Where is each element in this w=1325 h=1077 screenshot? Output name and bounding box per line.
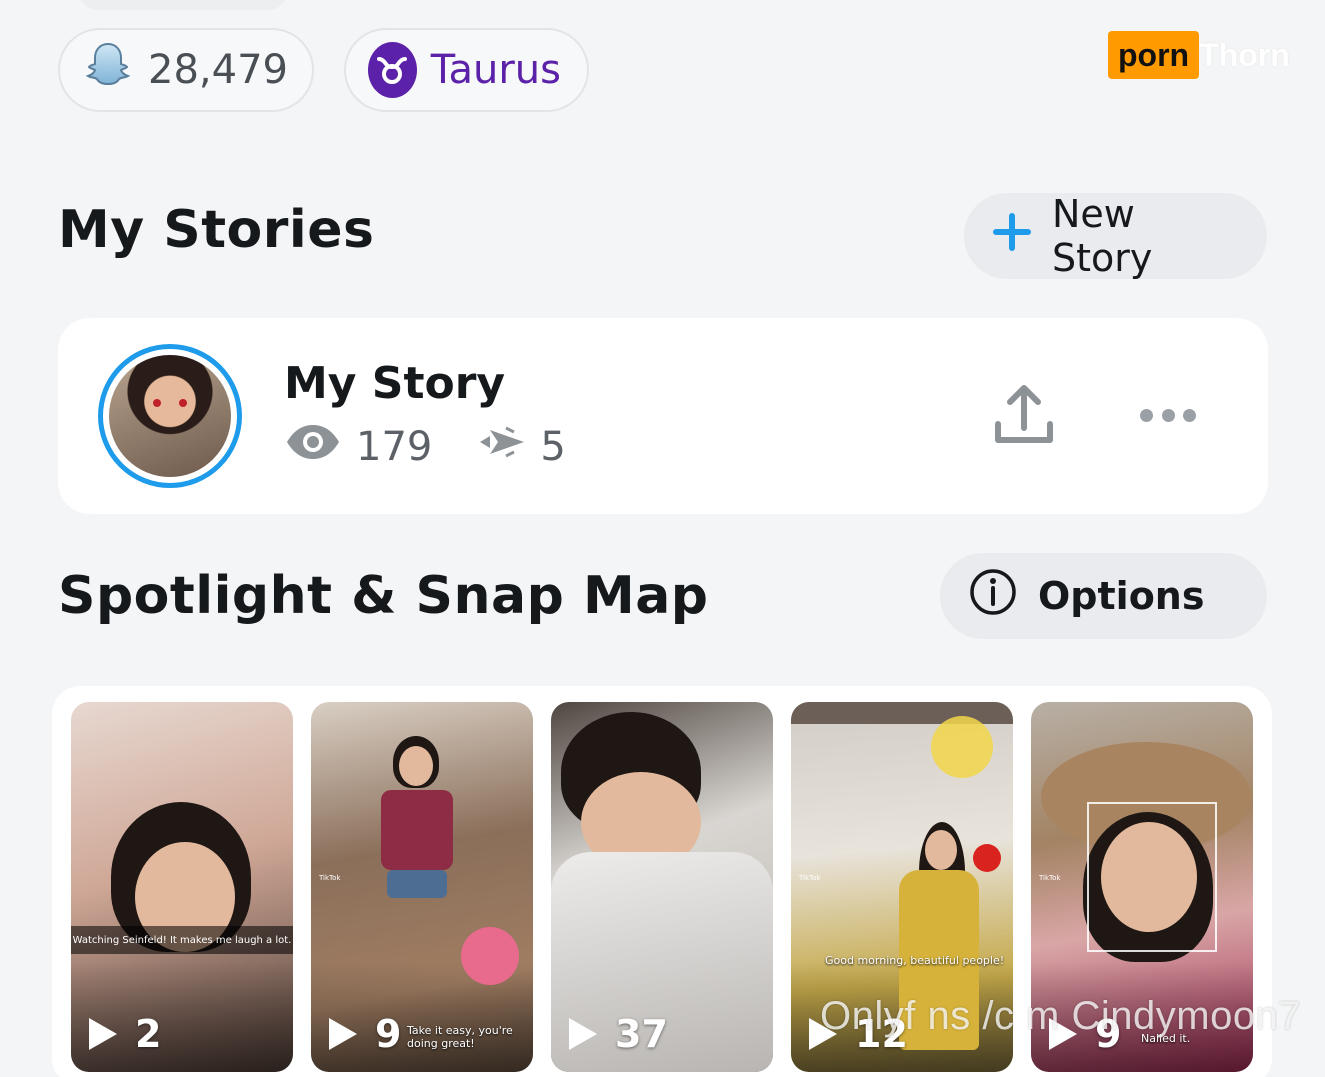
play-count: 2 xyxy=(89,1012,161,1056)
logo-box: porn xyxy=(1108,31,1200,79)
new-story-label: New Story xyxy=(1052,192,1153,280)
spotlight-title: Spotlight & Snap Map xyxy=(58,566,709,626)
tiktok-tag: TikTok xyxy=(319,874,341,882)
tiktok-tag: TikTok xyxy=(799,874,821,882)
face-frame xyxy=(1087,802,1217,952)
cut-off-element xyxy=(78,0,288,10)
snap-caption: Watching Seinfeld! It makes me laugh a l… xyxy=(71,926,293,954)
profile-screen: 28,479 Taurus porn Thorn My Stories New … xyxy=(0,0,1325,1077)
new-story-button[interactable]: New Story xyxy=(964,192,1267,280)
story-avatar-ring[interactable] xyxy=(98,344,242,488)
options-label: Options xyxy=(1038,574,1205,618)
options-button[interactable]: Options xyxy=(940,553,1267,639)
brand-logo: porn Thorn xyxy=(1108,30,1290,80)
screenshot-arrows-icon xyxy=(476,422,526,472)
ghost-icon xyxy=(82,39,134,101)
spotlight-item[interactable]: Watching Seinfeld! It makes me laugh a l… xyxy=(71,702,293,1072)
spotlight-item[interactable]: TikTok Take it easy, you're doing great!… xyxy=(311,702,533,1072)
my-story-card[interactable]: My Story 179 5 xyxy=(58,318,1268,514)
play-icon xyxy=(89,1018,117,1050)
plus-icon xyxy=(992,212,1032,261)
snap-caption: Good morning, beautiful people! xyxy=(825,954,1005,967)
logo-text: Thorn xyxy=(1199,36,1290,73)
play-icon xyxy=(329,1018,357,1050)
spotlight-item[interactable]: 37 xyxy=(551,702,773,1072)
taurus-icon xyxy=(368,42,417,98)
info-icon xyxy=(968,567,1018,626)
story-views-count: 179 xyxy=(356,424,433,470)
story-screenshots-count: 5 xyxy=(540,424,566,470)
snap-score-chip[interactable]: 28,479 xyxy=(58,28,314,112)
zodiac-label: Taurus xyxy=(430,47,561,93)
my-stories-title: My Stories xyxy=(58,200,375,260)
watermark: Onlyf ns /c m Cindymoon7 xyxy=(820,994,1302,1038)
avatar xyxy=(109,355,231,477)
play-count: 37 xyxy=(569,1012,668,1056)
play-icon xyxy=(569,1018,597,1050)
eye-icon xyxy=(284,422,342,472)
snap-score-value: 28,479 xyxy=(148,47,288,93)
play-count: 9 xyxy=(329,1012,401,1056)
story-name: My Story xyxy=(284,358,506,409)
snap-caption: Take it easy, you're doing great! xyxy=(407,1024,513,1050)
more-dots-icon[interactable] xyxy=(1140,400,1196,430)
story-stats: 179 5 xyxy=(284,422,566,472)
zodiac-chip[interactable]: Taurus xyxy=(344,28,589,112)
share-story-button[interactable] xyxy=(988,380,1060,452)
tiktok-tag: TikTok xyxy=(1039,874,1061,882)
upload-icon xyxy=(988,385,1060,456)
